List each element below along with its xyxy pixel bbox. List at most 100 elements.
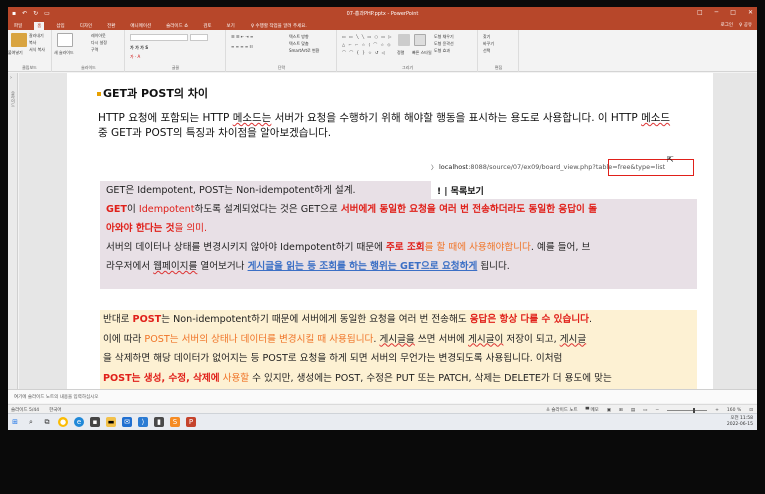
bullets-icon[interactable]: ☰ ☰ ⇤ ⇥ ≡ [231,34,253,39]
group-label-font: 글꼴 [171,65,180,70]
zoom-slider-knob[interactable] [693,407,696,413]
notes-placeholder: 여기에 슬라이드 노트의 내용을 입력하십시오 [14,395,99,400]
sublime-icon[interactable]: S [170,417,180,427]
maximize-icon[interactable]: □ [730,9,736,16]
shape-fill-button[interactable]: 도형 채우기 [434,34,454,40]
zoom-in-icon[interactable]: + [715,408,719,413]
tab-insert[interactable]: 삽입 [53,22,67,30]
new-slide-icon[interactable] [57,33,73,47]
section-button[interactable]: 구역 [91,47,98,53]
tab-transitions[interactable]: 전환 [104,22,118,30]
select-button[interactable]: 선택 [483,48,490,54]
block1-text: 하도록 설계되었다는 것은 GET으로 [194,204,341,215]
edge-icon[interactable]: e [74,417,84,427]
shape-outline-button[interactable]: 도형 윤곽선 [434,41,454,47]
new-slide-button[interactable]: 새 슬라이드 [54,50,74,56]
tab-design[interactable]: 디자인 [77,22,95,30]
desktop: ▪ ↶ ↻ ▭ 07-흥과PHP.pptx - PowerPoint □ ─ □… [0,0,765,494]
block2-line1: 반대로 POST는 Non-idempotent하기 때문에 서버에게 동일한 … [103,310,693,330]
shapes-gallery[interactable]: ▭ ▭ ╲ ╲ ▭ ○ ▭ ▷ [342,34,392,39]
align-text-button[interactable]: 텍스트 맞춤 [289,41,309,47]
arrange-icon[interactable] [398,34,410,46]
zoom-out-icon[interactable]: − [655,408,659,413]
block1-text: 됩니다. [477,261,510,272]
search-icon[interactable]: ⌕ [26,417,36,427]
font-color-icon[interactable]: 가 · A [130,54,140,60]
block1-emphasis: 주로 조회 [385,242,425,253]
reading-view-icon[interactable]: ▤ [631,408,635,413]
replace-button[interactable]: 바꾸기 [483,41,494,47]
font-size-field[interactable] [190,34,208,41]
group-label-clipboard: 클립보드 [22,65,37,70]
shape-effects-button[interactable]: 도형 효과 [434,48,450,54]
powerpoint-icon[interactable]: P [186,417,196,427]
group-slides: 새 슬라이드 레이아웃 다시 설정 구역 슬라이드 [53,30,125,72]
find-button[interactable]: 찾기 [483,34,490,40]
align-icon[interactable]: ≡ ≡ ≡ ≡ ☷ [231,44,253,49]
minimize-icon[interactable]: ─ [715,9,719,16]
paste-button[interactable]: 붙여넣기 [8,50,23,56]
shapes-gallery-row2[interactable]: △ ⌐ ⌐ ☆ ⟨ ⌒ ☆ ◇ [342,42,392,48]
reset-button[interactable]: 다시 설정 [91,40,107,46]
group-paragraph: ☰ ☰ ⇤ ⇥ ≡ ≡ ≡ ≡ ≡ ☷ 텍스트 방향 텍스트 맞춤 SmartA… [227,30,337,72]
zoom-level[interactable]: 160 % [727,408,741,413]
font-name-field[interactable] [130,34,188,41]
text-direction-button[interactable]: 텍스트 방향 [289,34,309,40]
slide[interactable]: GET과 POST의 차이 HTTP 요청에 포함되는 HTTP 메소드는 서버… [67,73,713,389]
copy-button[interactable]: 복사 [29,40,36,46]
normal-view-icon[interactable]: ▣ [607,408,611,413]
tab-animations[interactable]: 애니메이션 [127,22,154,30]
smartart-button[interactable]: SmartArt로 변환 [289,48,319,54]
intro-text-1: HTTP 요청에 포함되는 HTTP [98,112,233,124]
thumbnail-label: 슬라이드 [11,91,16,107]
quick-styles-button[interactable]: 빠른 스타일 [412,50,432,56]
shapes-gallery-row3[interactable]: ⌒ ⌒ { } ☆ ↺ ◁ [342,50,386,56]
task-view-icon[interactable]: ⧉ [42,417,52,427]
block2-text: 쓰면 서버에 [414,333,469,345]
share-button[interactable]: ♀ 공유 [739,22,752,28]
block1-text: 웹페이지를 [153,261,198,272]
tab-home[interactable]: 홈 [34,22,45,30]
mail-icon[interactable]: ✉ [122,417,132,427]
fit-slide-icon[interactable]: ⊡ [749,408,753,413]
block2-text: 저장이 되고, [503,333,560,345]
paste-icon[interactable] [11,33,27,47]
layout-button[interactable]: 레이아웃 [91,33,106,39]
chrome-icon[interactable]: ● [58,417,68,427]
zoom-slider[interactable] [667,407,708,413]
post-explanation-block[interactable]: 반대로 POST는 Non-idempotent하기 때문에 서버에게 동일한 … [100,310,697,389]
powerpoint-window: ▪ ↶ ↻ ▭ 07-흥과PHP.pptx - PowerPoint □ ─ □… [8,7,757,430]
slide-sorter-icon[interactable]: ⊞ [619,408,623,413]
thumbnail-pane-collapsed[interactable]: › 슬라이드 [8,73,18,389]
format-painter-button[interactable]: 서식 복사 [29,47,45,53]
windows-start-icon[interactable]: ⊞ [10,417,20,427]
block1-red-text: 을 의미. [174,223,208,234]
browser-screenshot-urlbar: 〉 localhost:8088/source/07/ex09/board_vi… [431,159,694,176]
block1-blue-emphasis: 게시글을 읽는 등 조회를 하는 행위는 GET으로 요청하게 [247,261,478,272]
tab-view[interactable]: 보기 [224,22,238,30]
block2-text: . [588,314,593,325]
notes-pane[interactable]: 여기에 슬라이드 노트의 내용을 입력하십시오 [8,389,757,403]
slideshow-view-icon[interactable]: ▭ [643,408,647,413]
slide-title[interactable]: GET과 POST의 차이 [97,85,208,101]
block2-text: 이에 따라 [103,333,145,345]
signin-link[interactable]: 로그인 [721,22,733,28]
cut-button[interactable]: 잘라내기 [29,33,44,39]
tell-me-search[interactable]: ♀ 수행할 작업을 알려 주세요. [251,23,307,29]
tab-review[interactable]: 검토 [200,22,214,30]
intro-paragraph[interactable]: HTTP 요청에 포함되는 HTTP 메소드는 서버가 요청을 수행하기 위해 … [98,111,680,141]
status-bar: 슬라이드 5/44 한국어 ≙ 슬라이드 노트 ▀ 메모 ▣ ⊞ ▤ ▭ − +… [8,404,757,413]
store-icon[interactable]: ▪ [90,417,100,427]
ribbon-display-icon[interactable]: □ [697,9,703,16]
bold-icon[interactable]: 가 가 가 S [130,45,148,51]
terminal-icon[interactable]: ▮ [154,417,164,427]
vscode-icon[interactable]: ⟩ [138,417,148,427]
close-icon[interactable]: ✕ [748,9,753,16]
explorer-icon[interactable]: ▬ [106,417,116,427]
tab-slideshow[interactable]: 슬라이드 쇼 [163,22,191,30]
arrange-button[interactable]: 정렬 [397,50,404,56]
system-tray-clock[interactable]: 오전 11:58 2022-06-15 [727,416,753,428]
quick-styles-icon[interactable] [414,34,426,46]
tab-file[interactable]: 파일 [11,22,25,30]
chevron-right-icon[interactable]: › [10,75,12,81]
